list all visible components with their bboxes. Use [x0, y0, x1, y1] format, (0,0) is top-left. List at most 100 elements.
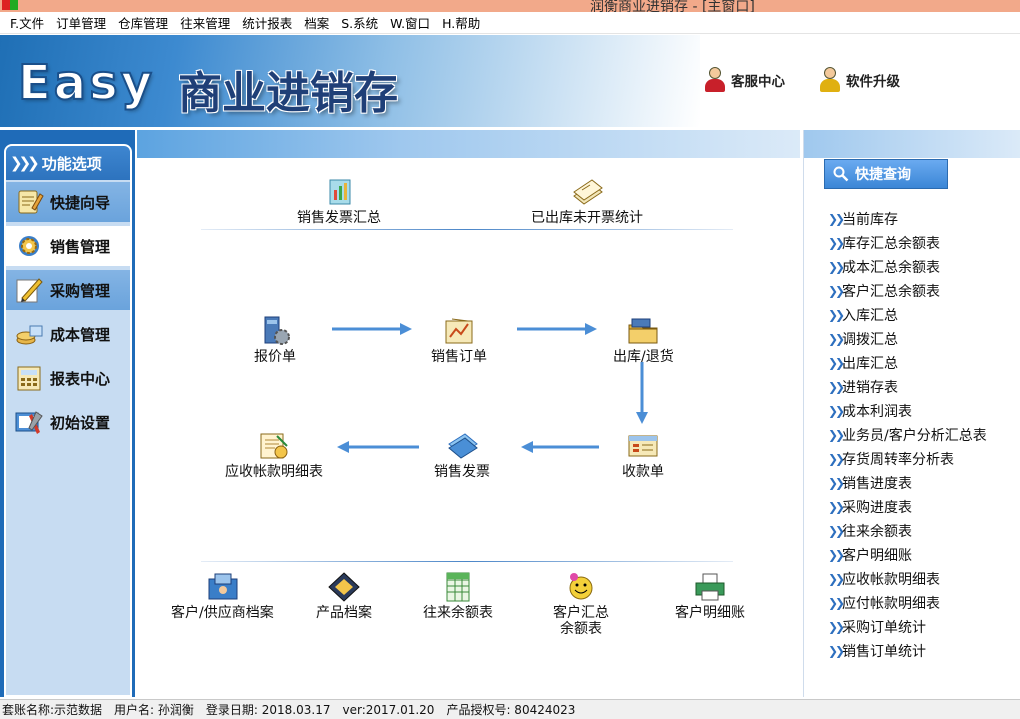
- quick-query-item[interactable]: ❯❯ 销售订单统计: [828, 639, 1020, 663]
- smiley-icon: [564, 571, 598, 603]
- double-chevron-icon: ❯❯: [828, 308, 845, 322]
- double-chevron-icon: ❯❯: [828, 380, 845, 394]
- quick-query-item[interactable]: ❯❯ 成本汇总余额表: [828, 255, 1020, 279]
- status-bar: 套账名称:示范数据 用户名: 孙润衡 登录日期: 2018.03.17 ver:…: [0, 699, 1020, 719]
- double-chevron-icon: ❯❯: [828, 284, 845, 298]
- customer-supplier-archive-link[interactable]: 客户/供应商档案: [171, 571, 274, 621]
- quick-query-item[interactable]: ❯❯ 应收帐款明细表: [828, 567, 1020, 591]
- sidebar-item-sales[interactable]: 销售管理: [6, 226, 130, 266]
- menu-accounts[interactable]: 往来管理: [174, 13, 236, 32]
- quick-query-list: ❯❯ 当前库存 ❯❯ 库存汇总余额表 ❯❯ 成本汇总余额表 ❯❯ 客户汇总余额表 ❯❯ 入库汇总 ❯…: [828, 207, 1020, 663]
- customer-service-button[interactable]: 客服中心: [703, 65, 785, 95]
- quick-query-item[interactable]: ❯❯ 存货周转率分析表: [828, 447, 1020, 471]
- double-chevron-icon: ❯❯: [828, 260, 845, 274]
- sales-invoice-summary-link[interactable]: 销售发票汇总: [297, 176, 381, 226]
- quick-query-item[interactable]: ❯❯ 应付帐款明细表: [828, 591, 1020, 615]
- sales-order-icon: [442, 315, 476, 347]
- search-icon: [833, 166, 849, 182]
- folder-box-icon: [626, 315, 660, 347]
- upgrade-person-icon: [818, 67, 842, 93]
- status-user: 用户名: 孙润衡: [114, 703, 194, 717]
- double-chevron-icon: ❯❯: [828, 620, 845, 634]
- quick-query-item[interactable]: ❯❯ 进销存表: [828, 375, 1020, 399]
- menu-window[interactable]: W.窗口: [384, 13, 436, 32]
- sidebar-item-quick-wizard[interactable]: 快捷向导: [6, 182, 130, 222]
- status-account: 套账名称:示范数据: [2, 703, 103, 717]
- quick-query-item[interactable]: ❯❯ 客户明细账: [828, 543, 1020, 567]
- quick-query-item[interactable]: ❯❯ 销售进度表: [828, 471, 1020, 495]
- logo-latin: Easy: [17, 54, 156, 112]
- menu-archive[interactable]: 档案: [298, 13, 335, 32]
- wizard-icon: [14, 188, 44, 216]
- spreadsheet-icon: [441, 571, 475, 603]
- double-chevron-icon: ❯❯: [828, 452, 845, 466]
- customer-file-icon: [205, 571, 239, 603]
- quick-query-item[interactable]: ❯❯ 入库汇总: [828, 303, 1020, 327]
- receivable-report-icon: [257, 430, 291, 462]
- invoice-chart-icon: [322, 176, 356, 208]
- calculator-icon: [14, 364, 44, 392]
- logo-chinese: 商业进销存: [178, 68, 398, 119]
- pen-paper-icon: [14, 276, 44, 304]
- outbound-return-node[interactable]: 出库/退货: [613, 315, 674, 365]
- receipt-node[interactable]: 收款单: [622, 430, 664, 480]
- quick-query-item[interactable]: ❯❯ 采购订单统计: [828, 615, 1020, 639]
- quick-query-item[interactable]: ❯❯ 往来余额表: [828, 519, 1020, 543]
- sales-order-node[interactable]: 销售订单: [431, 315, 487, 365]
- quick-query-item[interactable]: ❯❯ 调拨汇总: [828, 327, 1020, 351]
- software-upgrade-button[interactable]: 软件升级: [818, 65, 900, 95]
- coins-icon: [14, 320, 44, 348]
- sidebar-item-cost[interactable]: 成本管理: [6, 314, 130, 354]
- menu-orders[interactable]: 订单管理: [50, 13, 112, 32]
- quote-node[interactable]: 报价单: [254, 315, 296, 365]
- sales-invoice-icon: [445, 430, 479, 462]
- status-license: 产品授权号: 80424023: [446, 703, 576, 717]
- status-login-date: 登录日期: 2018.03.17: [205, 703, 331, 717]
- paper-stack-icon: [570, 176, 604, 208]
- workflow-area: 销售发票汇总 已出库未开票统计 报价单 销售订单 出库/退货 应收帐款明细表 销…: [137, 130, 800, 697]
- receipt-icon: [626, 430, 660, 462]
- double-chevron-icon: ❯❯: [828, 644, 845, 658]
- customer-ledger-link[interactable]: 客户明细账: [675, 571, 745, 621]
- arrow-invoice-to-receivable: [337, 441, 419, 453]
- software-upgrade-label: 软件升级: [846, 74, 900, 90]
- quick-query-item[interactable]: ❯❯ 采购进度表: [828, 495, 1020, 519]
- quick-query-item[interactable]: ❯❯ 当前库存: [828, 207, 1020, 231]
- menu-help[interactable]: H.帮助: [436, 13, 486, 32]
- quick-query-item[interactable]: ❯❯ 成本利润表: [828, 399, 1020, 423]
- double-chevron-icon: ❯❯: [828, 500, 845, 514]
- quick-query-panel: 快捷查询 ❯❯ 当前库存 ❯❯ 库存汇总余额表 ❯❯ 成本汇总余额表 ❯❯ 客户汇总余额表 ❯❯…: [803, 130, 1020, 697]
- arrow-outbound-to-receipt: [636, 362, 648, 424]
- menu-file[interactable]: F.文件: [4, 13, 50, 32]
- double-chevron-icon: ❯❯: [828, 236, 845, 250]
- double-chevron-icon: ❯❯: [828, 524, 845, 538]
- sales-invoice-node[interactable]: 销售发票: [434, 430, 490, 480]
- app-icon: [2, 0, 18, 10]
- receivable-detail-node[interactable]: 应收帐款明细表: [225, 430, 323, 480]
- menu-warehouse[interactable]: 仓库管理: [112, 13, 174, 32]
- sales-gear-icon: [14, 232, 44, 260]
- customer-summary-balance-link[interactable]: 客户汇总 余额表: [553, 571, 609, 637]
- sidebar-item-reports[interactable]: 报表中心: [6, 358, 130, 398]
- double-chevron-icon: ❯❯: [828, 332, 845, 346]
- sidebar-item-purchase[interactable]: 采购管理: [6, 270, 130, 310]
- sidebar-item-initial-settings[interactable]: 初始设置: [6, 402, 130, 442]
- status-version: ver:2017.01.20: [342, 702, 435, 717]
- quick-query-item[interactable]: ❯❯ 客户汇总余额表: [828, 279, 1020, 303]
- double-chevron-icon: ❯❯: [828, 476, 845, 490]
- menu-system[interactable]: S.系统: [335, 13, 384, 32]
- menu-reports[interactable]: 统计报表: [236, 13, 298, 32]
- quick-query-item[interactable]: ❯❯ 库存汇总余额表: [828, 231, 1020, 255]
- quick-query-button[interactable]: 快捷查询: [824, 159, 948, 189]
- quick-query-item[interactable]: ❯❯ 出库汇总: [828, 351, 1020, 375]
- shipped-uninvoiced-stats-link[interactable]: 已出库未开票统计: [531, 176, 643, 226]
- product-file-icon: [327, 571, 361, 603]
- customer-service-label: 客服中心: [731, 74, 785, 90]
- quick-query-item[interactable]: ❯❯ 业务员/客户分析汇总表: [828, 423, 1020, 447]
- double-chevron-icon: ❯❯: [828, 596, 845, 610]
- account-balance-link[interactable]: 往来余额表: [423, 571, 493, 621]
- double-chevron-icon: ❯❯: [828, 212, 845, 226]
- window-titlebar: 润衡商业进销存 - [主窗口]: [0, 0, 1020, 12]
- product-archive-link[interactable]: 产品档案: [316, 571, 372, 621]
- sidebar-header: ❯❯❯ 功能选项: [6, 146, 130, 180]
